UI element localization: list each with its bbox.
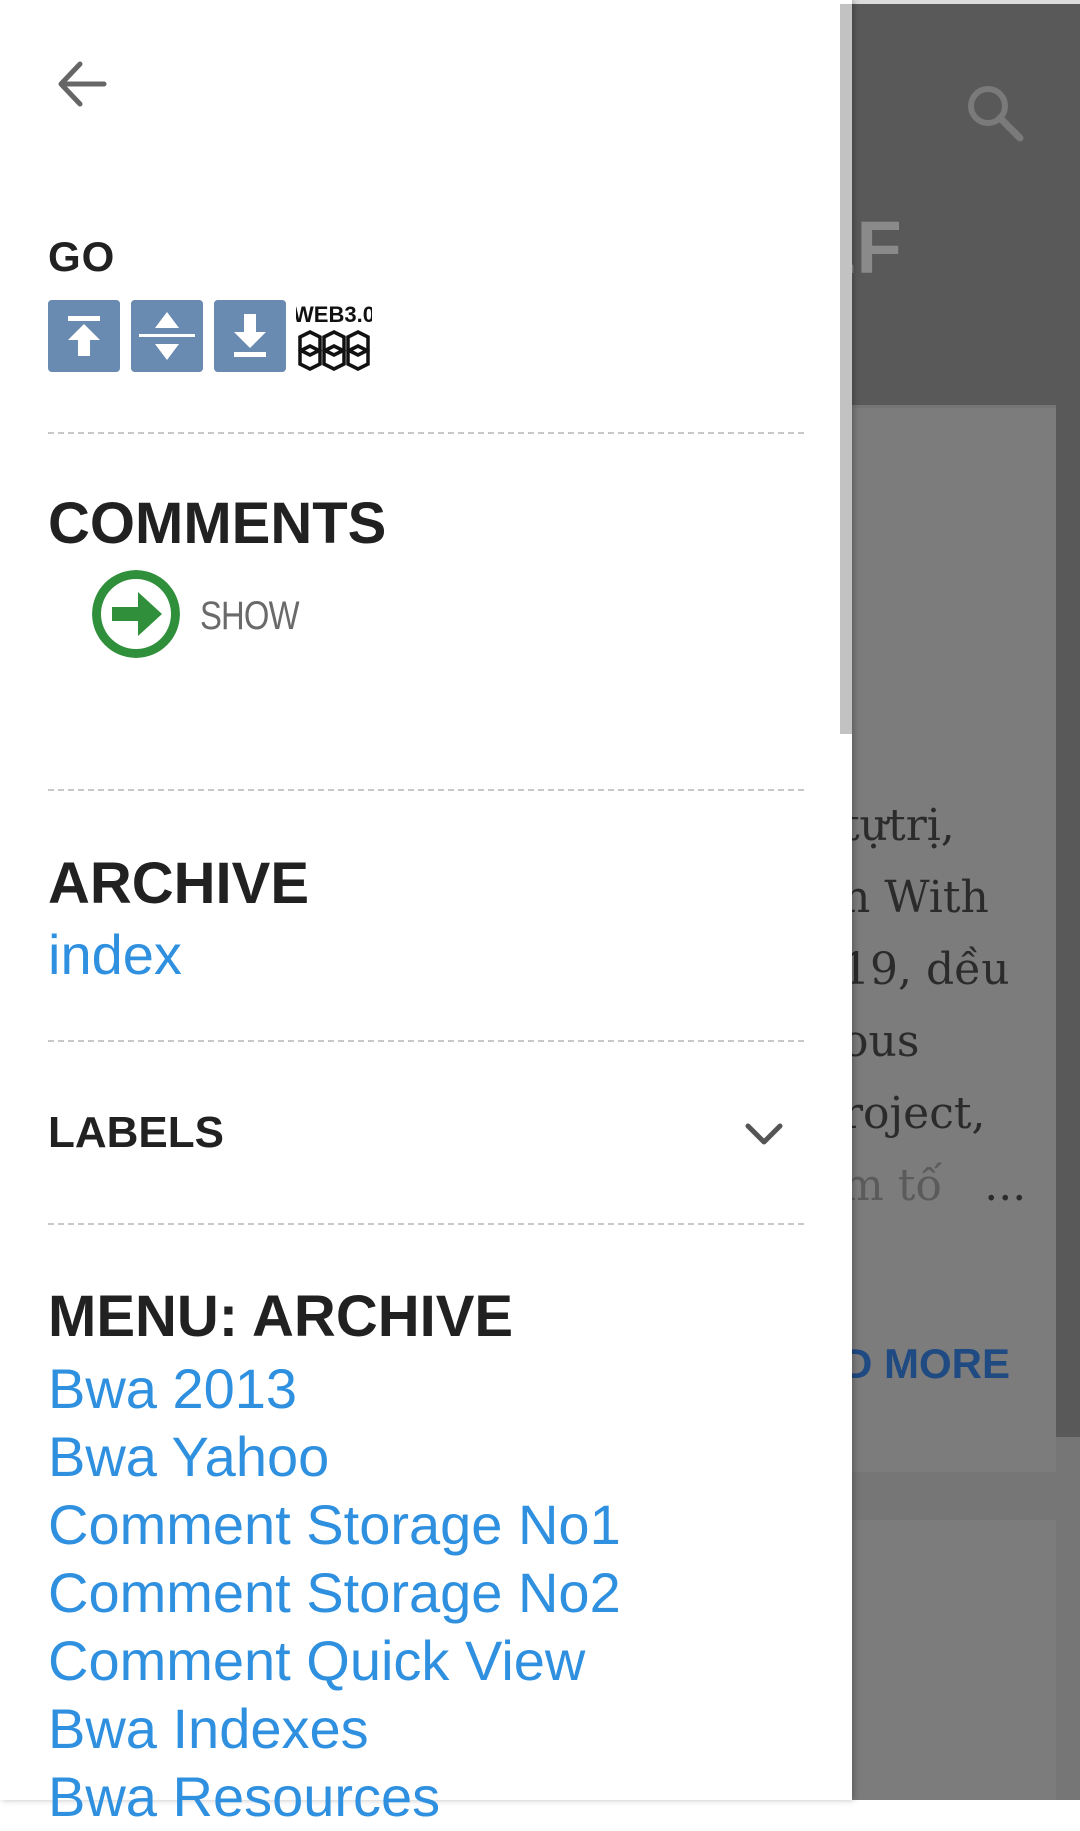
snippet-line: roject, [842, 1088, 986, 1139]
menu-link-comment-storage-no2[interactable]: Comment Storage No2 [48, 1559, 621, 1627]
background-post-snippet: tựtrị, n With 19, dều ous roject, m tố .… [842, 790, 1080, 1222]
go-section-title: GO [48, 233, 116, 280]
navigation-drawer: GO WEB3.0 COMMENTS SHOW ARCHIVE index LA… [0, 0, 852, 1828]
labels-section-title: LABELS [48, 1108, 224, 1157]
comments-section-title: COMMENTS [48, 491, 387, 556]
scroll-top-icon[interactable] [48, 300, 120, 372]
web3-logo-text: WEB3.0 [296, 302, 372, 327]
show-comments-button[interactable]: SHOW [92, 568, 300, 662]
scroll-bottom-icon[interactable] [214, 300, 286, 372]
arrow-left-icon[interactable] [52, 54, 112, 114]
menu-link-comment-storage-no1[interactable]: Comment Storage No1 [48, 1491, 621, 1559]
snippet-ellipsis: ... [984, 1160, 1027, 1211]
chevron-down-icon [745, 1123, 783, 1145]
snippet-line: n With [842, 872, 989, 923]
read-more-link: D MORE [842, 1340, 1010, 1387]
menu-archive-section-title: MENU: ARCHIVE [48, 1284, 514, 1349]
snippet-line: tựtrị, [842, 800, 955, 851]
show-label: SHOW [200, 594, 300, 638]
archive-index-link[interactable]: index [48, 922, 182, 987]
section-divider [48, 1223, 804, 1225]
scroll-up-down-icon[interactable] [131, 300, 203, 372]
search-icon [968, 86, 1024, 142]
labels-expander[interactable]: LABELS [48, 1090, 804, 1178]
background-post-card [820, 1520, 1056, 1800]
arrow-right-circle-icon [92, 570, 180, 658]
snippet-faded-text: m tố [842, 1160, 943, 1211]
menu-link-bwa-yahoo[interactable]: Bwa Yahoo [48, 1423, 621, 1491]
web3-logo[interactable]: WEB3.0 [296, 300, 372, 372]
menu-link-bwa-2013[interactable]: Bwa 2013 [48, 1355, 621, 1423]
snippet-line: 19, dều [842, 944, 1010, 995]
section-divider [48, 1040, 804, 1042]
snippet-line: m tố ... [842, 1150, 1080, 1222]
snippet-line: ous [842, 1016, 920, 1067]
menu-link-comment-quick-view[interactable]: Comment Quick View [48, 1627, 621, 1695]
menu-link-bwa-indexes[interactable]: Bwa Indexes [48, 1695, 621, 1763]
drawer-scrollbar[interactable] [840, 4, 852, 734]
menu-archive-list: Bwa 2013 Bwa Yahoo Comment Storage No1 C… [48, 1355, 621, 1831]
menu-link-bwa-resources[interactable]: Bwa Resources [48, 1763, 621, 1831]
section-divider [48, 432, 804, 434]
section-divider [48, 789, 804, 791]
archive-section-title: ARCHIVE [48, 851, 310, 916]
